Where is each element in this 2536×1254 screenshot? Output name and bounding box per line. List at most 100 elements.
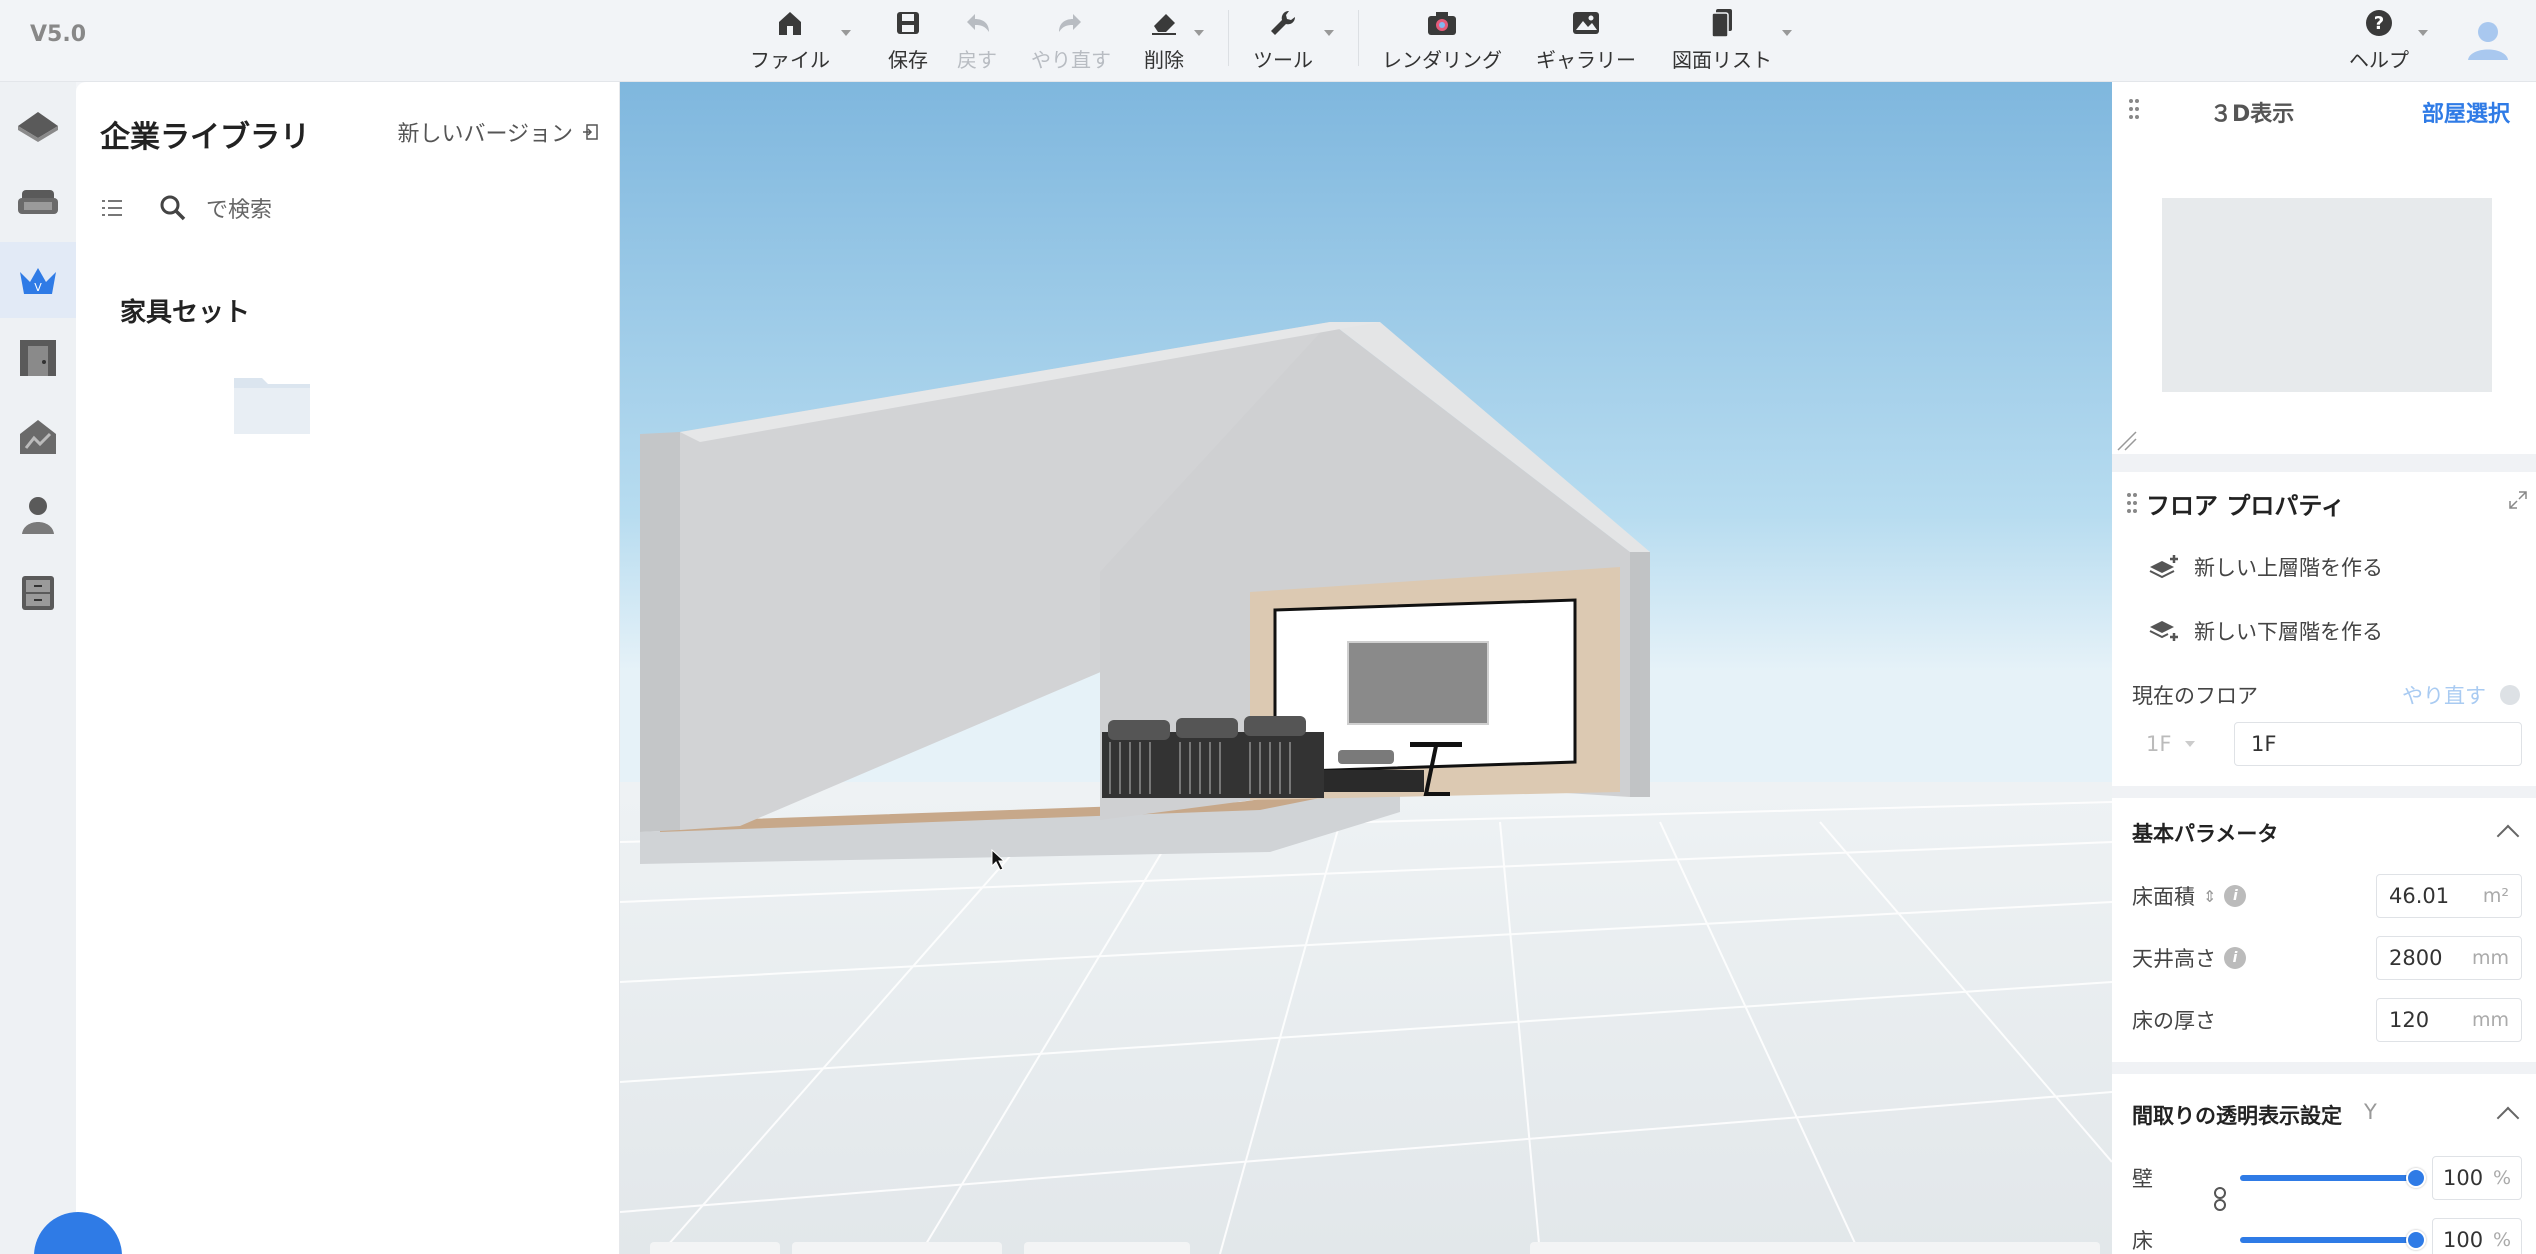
transparency-title: 間取りの透明表示設定 <box>2132 1104 2342 1128</box>
crown-icon: V <box>20 268 56 294</box>
file-menu-button[interactable]: ファイル <box>748 4 832 78</box>
3d-view-title: ３D表示 <box>2210 102 2295 127</box>
new-upper-floor-button[interactable]: 新しい上層階を作る <box>2148 552 2383 582</box>
drawing-list-button[interactable]: 図面リスト <box>1668 4 1776 78</box>
cabinet-icon <box>22 576 54 610</box>
file-caret-icon[interactable] <box>841 30 851 36</box>
wall-transparency-input[interactable]: 100 % <box>2432 1156 2522 1200</box>
toolbar-divider <box>1228 10 1229 66</box>
redo-button[interactable]: やり直す <box>1030 4 1112 78</box>
rail-building[interactable] <box>0 398 76 474</box>
rail-doors[interactable] <box>0 320 76 396</box>
collapse-chevron-icon[interactable] <box>2496 824 2520 848</box>
drag-handle-icon[interactable] <box>2126 492 2138 514</box>
basic-params-title: 基本パラメータ <box>2132 822 2279 846</box>
svg-text:?: ? <box>2374 13 2384 34</box>
gallery-button[interactable]: ギャラリー <box>1536 4 1636 78</box>
image-icon <box>1568 4 1604 42</box>
collapse-chevron-icon[interactable] <box>2496 1106 2520 1130</box>
bottom-tab[interactable] <box>792 1242 1002 1254</box>
floor-slider-knob[interactable] <box>2406 1230 2426 1250</box>
sort-icon[interactable]: ⇕ <box>2203 887 2216 906</box>
wrench-icon <box>1265 4 1301 42</box>
tools-menu-button[interactable]: ツール <box>1250 4 1316 78</box>
floor-area-input[interactable]: 46.01 m² <box>2376 874 2522 918</box>
info-icon <box>2500 685 2520 705</box>
floor-properties-title: フロア プロパティ <box>2146 492 2345 520</box>
tools-caret-icon[interactable] <box>1324 30 1334 36</box>
bottom-tab[interactable] <box>650 1242 780 1254</box>
save-button[interactable]: 保存 <box>878 4 938 78</box>
floor-redo-link[interactable]: やり直す <box>2402 680 2486 710</box>
wall-slider-knob[interactable] <box>2406 1168 2426 1188</box>
redo-icon <box>1053 4 1089 42</box>
rail-people[interactable] <box>0 476 76 552</box>
undo-button[interactable]: 戻す <box>952 4 1002 78</box>
help-button[interactable]: ? ヘルプ <box>2346 4 2412 78</box>
user-avatar[interactable] <box>2464 16 2512 64</box>
layer-up-icon <box>2149 555 2178 579</box>
document-icon <box>1704 4 1740 42</box>
floor-properties-panel: フロア プロパティ 新しい上層階を作る 新しい下層階を作る 現在のフロア やり直… <box>2112 472 2536 1254</box>
new-version-link[interactable]: 新しいバージョン <box>397 116 599 148</box>
help-icon: ? <box>2361 4 2397 42</box>
panel-divider <box>2112 786 2536 798</box>
rail-floorplan[interactable] <box>0 86 76 162</box>
new-lower-floor-button[interactable]: 新しい下層階を作る <box>2148 616 2383 646</box>
resize-handle-icon[interactable] <box>2116 430 2138 452</box>
floor-slider-track[interactable] <box>2240 1237 2410 1243</box>
wall-art <box>1348 642 1488 724</box>
user-icon <box>2468 22 2508 60</box>
search-icon[interactable] <box>158 193 188 223</box>
info-icon: i <box>2224 947 2246 969</box>
delete-button[interactable]: 削除 <box>1142 4 1186 78</box>
side-wall <box>640 432 680 832</box>
library-section-title: 家具セット <box>120 298 251 328</box>
rail-furniture[interactable] <box>0 164 76 240</box>
3d-minimap[interactable] <box>2162 198 2492 392</box>
app-version: V5.0 <box>30 22 86 47</box>
expand-icon[interactable] <box>2508 490 2528 510</box>
camera-icon <box>1424 4 1460 42</box>
ceiling-height-input[interactable]: 2800 mm <box>2376 936 2522 980</box>
toolbar-divider <box>1358 10 1359 66</box>
delete-caret-icon[interactable] <box>1194 30 1204 36</box>
save-icon <box>890 4 926 42</box>
floor-select[interactable]: 1F <box>2132 722 2232 766</box>
help-caret-icon[interactable] <box>2418 30 2428 36</box>
door-icon <box>20 340 56 376</box>
floor-transparency-input[interactable]: 100 % <box>2432 1218 2522 1254</box>
bottom-tab[interactable] <box>1530 1242 2100 1254</box>
3d-preview-card: ３D表示 部屋選択 <box>2112 82 2536 454</box>
layer-down-icon <box>2149 621 2178 641</box>
floor-name-input[interactable]: 1F <box>2234 722 2522 766</box>
wall-end <box>1630 552 1650 797</box>
search-input[interactable]: で検索 <box>206 192 272 224</box>
drawing-list-caret-icon[interactable] <box>1782 30 1792 36</box>
room-select-button[interactable]: 部屋選択 <box>2422 96 2510 128</box>
library-title: 企業ライブラリ <box>100 120 310 155</box>
rail-enterprise-library[interactable]: V <box>0 242 76 318</box>
current-floor-row: 現在のフロア やり直す <box>2132 680 2520 710</box>
person-icon <box>22 497 54 534</box>
list-icon[interactable] <box>100 197 124 219</box>
category-rail: V <box>0 82 76 1254</box>
link-icon[interactable] <box>2212 1186 2228 1212</box>
drag-handle-icon[interactable] <box>2128 98 2140 120</box>
folder-icon[interactable] <box>232 370 312 436</box>
rail-cabinet[interactable] <box>0 554 76 630</box>
3d-viewport[interactable] <box>620 82 2112 1254</box>
chevron-down-icon <box>2185 741 2196 747</box>
svg-text:V: V <box>34 281 42 294</box>
eraser-icon <box>1146 4 1182 42</box>
rendering-button[interactable]: レンダリング <box>1382 4 1502 78</box>
transparency-title-row: 間取りの透明表示設定 Y <box>2132 1100 2377 1130</box>
right-panel: ３D表示 部屋選択 フロア プロパティ 新しい上層階を作る 新しい下層階を作る … <box>2112 82 2536 1254</box>
library-search-bar: で検索 <box>100 192 272 224</box>
undo-icon <box>959 4 995 42</box>
wall-slider-track[interactable] <box>2240 1175 2410 1181</box>
floor-thickness-input[interactable]: 120 mm <box>2376 998 2522 1042</box>
current-floor-label: 現在のフロア <box>2132 684 2258 708</box>
library-panel: 企業ライブラリ 新しいバージョン で検索 家具セット <box>76 82 620 1254</box>
bottom-tab[interactable] <box>1024 1242 1190 1254</box>
